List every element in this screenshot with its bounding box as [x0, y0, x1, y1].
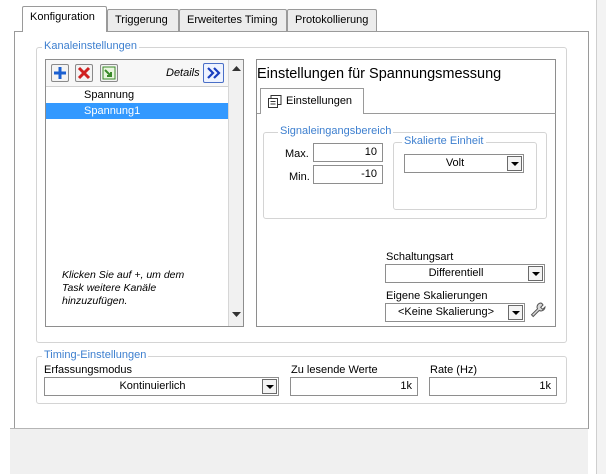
tab-einstellungen-label: Einstellungen [286, 95, 353, 107]
mode-value: Kontinuierlich [119, 380, 186, 392]
add-icon [54, 67, 66, 79]
settings-tab-icon [268, 95, 282, 108]
delete-channel-button[interactable] [75, 64, 93, 82]
wiring-value: Differentiell [428, 267, 484, 279]
channel-list-item-selected[interactable]: Spannung1 [46, 103, 228, 119]
chevron-down-icon[interactable] [528, 266, 543, 281]
wiring-select[interactable]: Differentiell [385, 264, 545, 283]
min-label: Min. [289, 171, 310, 183]
chevron-down-icon[interactable] [508, 305, 523, 320]
replace-icon [102, 66, 116, 80]
mode-select[interactable]: Kontinuierlich [44, 377, 279, 396]
max-input[interactable]: 10 [313, 143, 383, 162]
scaling-wrench-icon[interactable] [529, 301, 547, 319]
timing-settings-title: Timing-Einstellungen [42, 349, 149, 361]
tab-konfiguration[interactable]: Konfiguration [22, 6, 107, 32]
min-input[interactable]: -10 [313, 165, 383, 184]
chevron-down-icon[interactable] [262, 379, 277, 394]
scaling-label: Eigene Skalierungen [386, 290, 488, 302]
tab-protokollierung[interactable]: Protokollierung [287, 9, 377, 31]
configuration-panel: Kanaleinstellungen Details Spannung Span… [14, 31, 589, 429]
chevron-down-icon[interactable] [507, 156, 522, 171]
channel-list-item[interactable]: Spannung [46, 87, 228, 103]
details-label: Details [166, 67, 200, 79]
max-label: Max. [285, 148, 309, 160]
wiring-label: Schaltungsart [386, 251, 454, 263]
channel-toolbar: Details [46, 60, 228, 87]
samples-label: Zu lesende Werte [291, 364, 378, 376]
scaled-unit-title: Skalierte Einheit [402, 135, 486, 147]
delete-icon [77, 66, 91, 80]
hint-line: Klicken Sie auf +, um dem [62, 269, 185, 281]
measurement-settings-panel: Einstellungen für Spannungsmessung Einst… [256, 59, 556, 327]
channel-name: Spannung1 [84, 105, 141, 117]
add-channel-button[interactable] [51, 64, 69, 82]
tab-erweitertes-timing[interactable]: Erweitertes Timing [179, 9, 287, 31]
measurement-settings-title: Einstellungen für Spannungsmessung [257, 66, 502, 82]
signal-range-title: Signaleingangsbereich [278, 125, 394, 137]
add-channel-hint: Klicken Sie auf +, um dem Task weitere K… [62, 269, 184, 308]
hint-line: hinzuzufügen. [62, 295, 128, 307]
window-edge [596, 0, 606, 474]
expand-icon [207, 67, 221, 79]
scroll-down-icon[interactable] [232, 312, 241, 318]
mode-label: Erfassungsmodus [44, 364, 133, 376]
rate-input[interactable]: 1k [429, 377, 557, 396]
scroll-up-icon[interactable] [232, 66, 241, 72]
samples-input[interactable]: 1k [290, 377, 418, 396]
replace-channel-button[interactable] [100, 64, 118, 82]
scaled-unit-group [393, 142, 537, 210]
channel-name: Spannung [84, 89, 135, 101]
channel-list-scrollbar[interactable] [228, 60, 243, 326]
tab-einstellungen[interactable]: Einstellungen [260, 88, 364, 114]
unit-value: Volt [445, 157, 465, 169]
scaling-value: <Keine Skalierung> [397, 306, 494, 318]
channel-settings-title: Kanaleinstellungen [42, 40, 139, 52]
tab-triggerung[interactable]: Triggerung [107, 9, 179, 31]
scaling-select[interactable]: <Keine Skalierung> [385, 303, 525, 322]
channel-list-panel: Details Spannung Spannung1 Klicken Sie a… [45, 59, 244, 327]
rate-label: Rate (Hz) [430, 364, 478, 376]
footer-bar [10, 428, 588, 474]
hint-line: Task weitere Kanäle [62, 282, 157, 294]
details-expand-button[interactable] [203, 63, 224, 83]
unit-select[interactable]: Volt [404, 154, 524, 173]
